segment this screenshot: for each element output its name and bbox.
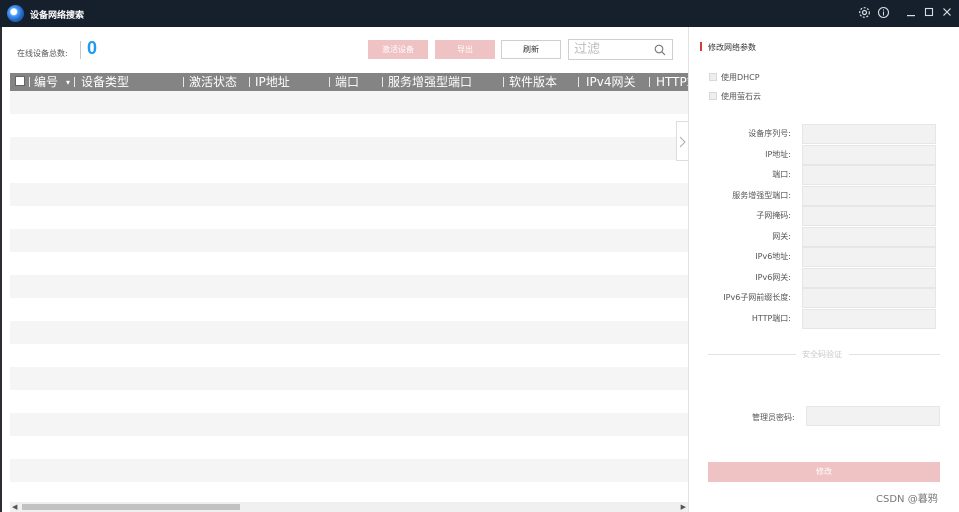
column-separator bbox=[74, 77, 75, 87]
table-row[interactable] bbox=[10, 137, 688, 160]
field-label: HTTP端口: bbox=[751, 313, 791, 323]
checkbox-box[interactable] bbox=[709, 92, 717, 100]
column-header-ipv4-gateway[interactable]: IPv4网关 bbox=[586, 74, 636, 90]
column-header-software-version[interactable]: 软件版本 bbox=[509, 74, 557, 90]
column-separator bbox=[503, 77, 504, 87]
table-row[interactable] bbox=[10, 252, 688, 275]
table-row[interactable] bbox=[10, 459, 688, 482]
export-button[interactable]: 导出 bbox=[435, 40, 495, 59]
use-dhcp-label: 使用DHCP bbox=[721, 73, 760, 82]
scroll-right-icon[interactable]: ▶ bbox=[681, 502, 686, 512]
column-header-ip-address[interactable]: IP地址 bbox=[255, 74, 290, 90]
field-label: 服务增强型端口: bbox=[732, 190, 791, 200]
table-row[interactable] bbox=[10, 321, 688, 344]
scroll-left-icon[interactable]: ◀ bbox=[12, 502, 17, 512]
section-marker bbox=[700, 42, 702, 51]
field-input[interactable] bbox=[802, 206, 936, 226]
table-row[interactable] bbox=[10, 413, 688, 436]
device-list-area: 在线设备总数: 0 激活设备 导出 刷新 编号 ▾ 设备类型 激活状态 IP地址… bbox=[2, 27, 688, 512]
field-input[interactable] bbox=[802, 288, 936, 308]
online-count-value: 0 bbox=[87, 38, 98, 58]
horizontal-scrollbar[interactable]: ◀ ▶ bbox=[10, 502, 688, 512]
checkbox-box[interactable] bbox=[709, 73, 717, 81]
panel-title: 修改网络参数 bbox=[708, 43, 756, 52]
info-icon[interactable] bbox=[876, 6, 890, 20]
field-input[interactable] bbox=[802, 267, 936, 288]
table-row[interactable] bbox=[10, 183, 688, 206]
admin-password-input[interactable] bbox=[806, 406, 940, 426]
column-header-activation-status[interactable]: 激活状态 bbox=[189, 74, 237, 90]
modify-network-panel: 修改网络参数 使用DHCP 使用萤石云 设备序列号: IP地址: 端口: 服务增强型端… bbox=[688, 27, 959, 512]
field-label: IPv6地址: bbox=[755, 252, 791, 261]
use-ezviz-label: 使用萤石云 bbox=[721, 92, 761, 101]
table-row[interactable] bbox=[10, 390, 688, 413]
field-input[interactable] bbox=[802, 185, 936, 206]
table-row[interactable] bbox=[10, 298, 688, 321]
table-row[interactable] bbox=[10, 91, 688, 114]
maximize-icon[interactable] bbox=[922, 6, 936, 20]
field-label: 网关: bbox=[772, 231, 791, 241]
field-label: 设备序列号: bbox=[748, 129, 791, 138]
field-input[interactable] bbox=[802, 308, 936, 329]
column-separator bbox=[249, 77, 250, 87]
settings-gear-icon[interactable] bbox=[857, 6, 871, 20]
divider bbox=[708, 354, 796, 355]
field-input[interactable] bbox=[802, 144, 936, 165]
chevron-right-icon bbox=[679, 136, 686, 148]
column-separator bbox=[382, 77, 383, 87]
refresh-button[interactable]: 刷新 bbox=[501, 40, 561, 59]
device-table-body[interactable] bbox=[10, 91, 688, 505]
field-input[interactable] bbox=[802, 226, 936, 247]
filter-input[interactable] bbox=[574, 41, 650, 58]
column-separator bbox=[578, 77, 579, 87]
field-label: 端口: bbox=[772, 170, 791, 179]
field-input[interactable] bbox=[802, 247, 936, 267]
field-label: 子网掩码: bbox=[756, 211, 791, 220]
table-row[interactable] bbox=[10, 206, 688, 229]
search-icon[interactable] bbox=[654, 44, 666, 56]
window-title: 设备网络搜索 bbox=[30, 11, 85, 21]
sort-arrow-icon[interactable]: ▾ bbox=[66, 75, 70, 91]
app-logo-icon bbox=[7, 5, 24, 22]
column-header-device-type[interactable]: 设备类型 bbox=[81, 74, 129, 90]
table-row[interactable] bbox=[10, 229, 688, 252]
field-label: IPv6子网前缀长度: bbox=[723, 293, 791, 302]
field-label: IPv6网关: bbox=[755, 272, 791, 282]
watermark-text: CSDN @暮鸦 bbox=[876, 494, 938, 505]
field-input[interactable] bbox=[802, 165, 936, 185]
column-header-http-port[interactable]: HTTP端 bbox=[656, 74, 688, 90]
column-header-number[interactable]: 编号 bbox=[34, 74, 58, 90]
admin-password-label: 管理员密码: bbox=[752, 413, 795, 422]
table-row[interactable] bbox=[10, 275, 688, 298]
table-row[interactable] bbox=[10, 114, 688, 137]
scrollbar-thumb[interactable] bbox=[22, 504, 240, 510]
field-label: IP地址: bbox=[765, 149, 791, 159]
column-separator bbox=[29, 77, 30, 87]
panel-collapse-handle[interactable] bbox=[676, 121, 688, 161]
table-row[interactable] bbox=[10, 344, 688, 367]
select-all-checkbox[interactable] bbox=[15, 76, 25, 86]
column-separator bbox=[649, 77, 650, 87]
filter-search-box[interactable] bbox=[568, 39, 673, 60]
divider bbox=[849, 354, 940, 355]
table-header: 编号 ▾ 设备类型 激活状态 IP地址 端口 服务增强型端口 软件版本 IPv4… bbox=[10, 73, 688, 91]
field-input[interactable] bbox=[802, 124, 936, 144]
column-separator bbox=[329, 77, 330, 87]
title-bar: 设备网络搜索 bbox=[0, 0, 959, 27]
column-separator bbox=[183, 77, 184, 87]
table-row[interactable] bbox=[10, 367, 688, 390]
table-row[interactable] bbox=[10, 436, 688, 459]
activate-device-button[interactable]: 激活设备 bbox=[368, 40, 428, 59]
column-header-port[interactable]: 端口 bbox=[335, 74, 359, 90]
divider bbox=[80, 41, 81, 59]
minimize-icon[interactable] bbox=[904, 6, 918, 20]
close-icon[interactable] bbox=[940, 6, 954, 20]
online-count-label: 在线设备总数: bbox=[17, 49, 68, 58]
security-verify-label: 安全码验证 bbox=[802, 350, 842, 359]
modify-button[interactable]: 修改 bbox=[708, 462, 940, 482]
table-row[interactable] bbox=[10, 160, 688, 183]
column-header-enhanced-port[interactable]: 服务增强型端口 bbox=[388, 74, 472, 90]
